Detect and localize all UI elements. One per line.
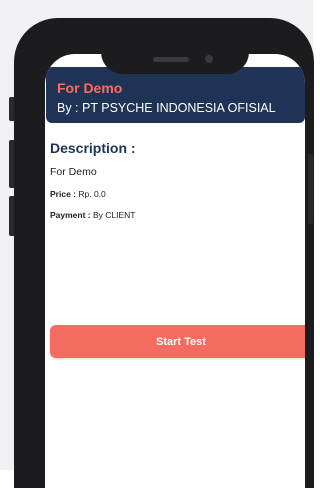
volume-down-button — [9, 196, 14, 236]
payment-label: Payment : — [50, 210, 91, 220]
payment-value: By CLIENT — [90, 210, 136, 220]
camera-icon — [205, 55, 213, 63]
price-value: Rp. 0.0 — [76, 189, 106, 199]
power-button — [308, 154, 313, 224]
app-header: For Demo By : PT PSYCHE INDONESIA OFISIA… — [46, 67, 305, 123]
payment-row: Payment : By CLIENT — [50, 210, 136, 220]
price-row: Price : Rp. 0.0 — [50, 189, 106, 199]
page-title: For Demo — [57, 80, 123, 96]
volume-up-button — [9, 140, 14, 188]
mute-switch — [9, 97, 14, 121]
speaker-icon — [153, 57, 189, 62]
start-test-button[interactable]: Start Test — [50, 325, 305, 358]
phone-notch — [101, 38, 249, 74]
description-heading: Description : — [50, 140, 136, 156]
phone-frame: For Demo By : PT PSYCHE INDONESIA OFISIA… — [14, 18, 314, 488]
description-text: For Demo — [50, 166, 97, 178]
page-subtitle: By : PT PSYCHE INDONESIA OFISIAL — [57, 101, 276, 115]
price-label: Price : — [50, 189, 76, 199]
app-screen: For Demo By : PT PSYCHE INDONESIA OFISIA… — [45, 54, 305, 488]
